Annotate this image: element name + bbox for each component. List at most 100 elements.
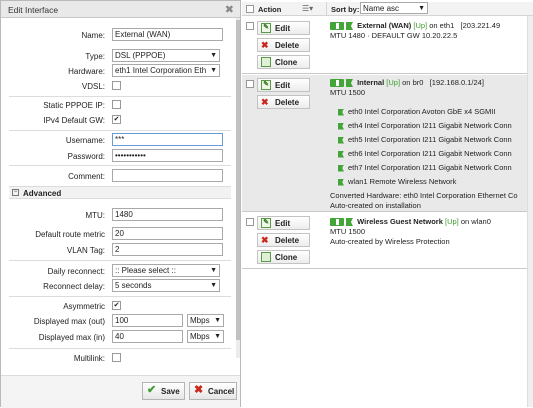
chevron-down-icon: ▼ [418,5,425,12]
divider [9,130,231,131]
advanced-title: Advanced [23,189,62,198]
enable-toggle[interactable] [330,79,344,88]
ipv4-gw-checkbox[interactable]: ✔ [112,115,121,124]
static-ip-checkbox[interactable] [112,100,121,109]
interface-details: MTU 1480 · DEFAULT GW 10.20.22.5 [330,31,458,40]
vlan-input[interactable] [112,243,223,256]
interface-name: Internal [357,78,385,87]
edit-label: Edit [275,24,291,33]
clone-icon [261,57,271,67]
dialog-title-bar[interactable]: Edit Interface ✖ [1,1,240,18]
type-row: Type: DSL (PPPOE) ▼ [1,49,231,63]
clone-button[interactable]: Clone [257,250,310,264]
divider [9,260,231,261]
clone-icon [261,252,271,262]
vlan-label: VLAN Tag: [66,246,105,255]
list-item-internal[interactable]: ✎ Edit ✖ Delete Internal [Up] on br0 [19… [242,75,533,212]
type-value: DSL (PPPOE) [115,51,166,60]
username-label: Username: [65,136,105,145]
max-out-unit-select[interactable]: Mbps ▼ [187,314,224,327]
chevron-down-icon: ▼ [214,333,221,340]
edit-button[interactable]: ✎ Edit [257,21,310,35]
delete-button[interactable]: ✖ Delete [257,38,310,52]
ipv4-gw-label: IPv4 Default GW: [43,116,105,125]
sort-select[interactable]: Name asc ▼ [360,2,428,14]
interface-address: [192.168.0.1/24] [429,78,484,87]
delete-icon: ✖ [261,40,269,50]
member-eth0: eth0 Intel Corporation Avoton GbE x4 SGM… [338,107,495,116]
dialog-scrollbar[interactable] [236,18,240,358]
dialog-body: Name: Type: DSL (PPPOE) ▼ Hardware: eth1… [1,18,240,408]
max-in-unit-select[interactable]: Mbps ▼ [187,330,224,343]
close-icon[interactable]: ✖ [225,3,234,16]
member-label: eth4 Intel Corporation I211 Gigabit Netw… [348,121,512,130]
max-in-input[interactable] [112,330,183,343]
edit-button[interactable]: ✎ Edit [257,78,310,92]
vdsl-checkbox[interactable] [112,81,121,90]
static-ip-label: Static PPPOE IP: [43,101,105,110]
collapse-icon[interactable]: − [12,189,19,196]
asymmetric-checkbox[interactable]: ✔ [112,301,121,310]
interface-device: on br0 [402,78,424,87]
route-metric-label: Default route metric [35,230,105,239]
list-scrollbar[interactable] [527,16,533,407]
mtu-input[interactable] [112,208,223,221]
advanced-section-header[interactable]: − Advanced [9,186,231,199]
member-wlan1: wlan1 Remote Wireless Network [338,177,456,186]
list-item-wireless-guest[interactable]: ✎ Edit ✖ Delete Clone Wireless Guest Net… [242,213,533,269]
action-header: Action [258,5,282,14]
reconnect-delay-select[interactable]: 5 seconds ▼ [112,279,220,292]
max-out-row: Displayed max (out) Mbps ▼ [1,314,231,328]
edit-icon: ✎ [261,80,271,90]
cancel-button[interactable]: ✖ Cancel [189,382,237,400]
enable-toggle[interactable] [330,22,344,31]
type-label: Type: [85,52,105,61]
member-label: eth5 Intel Corporation I211 Gigabit Netw… [348,135,512,144]
hardware-select[interactable]: eth1 Intel Corporation Eth ▼ [112,64,220,77]
password-input[interactable] [112,149,223,162]
list-menu-icon[interactable]: ☰▾ [302,4,313,13]
password-label: Password: [67,152,105,161]
chevron-down-icon: ▼ [210,52,217,59]
list-item-external-wan[interactable]: ✎ Edit ✖ Delete Clone External (WAN) [Up… [242,17,533,74]
interface-name: External (WAN) [357,21,412,30]
daily-reconnect-row: Daily reconnect: :: Please select :: ▼ [1,264,231,278]
hardware-row: Hardware: eth1 Intel Corporation Eth ▼ [1,64,231,78]
delete-button[interactable]: ✖ Delete [257,233,310,247]
edit-button[interactable]: ✎ Edit [257,216,310,230]
password-row: Password: [1,149,231,163]
route-metric-input[interactable] [112,227,223,240]
row-checkbox[interactable] [246,218,254,226]
name-input[interactable] [112,28,223,41]
sort-value: Name asc [363,4,400,13]
hardware-label: Hardware: [68,67,105,76]
clone-button[interactable]: Clone [257,55,310,69]
comment-input[interactable] [112,169,223,182]
save-button[interactable]: ✔ Save [142,382,185,400]
scrollbar-thumb[interactable] [236,20,240,340]
username-input[interactable] [112,133,223,146]
auto-created-note: Auto-created on installation [330,201,421,210]
dialog-title: Edit Interface [8,5,59,15]
row-checkbox[interactable] [246,22,254,30]
name-label: Name: [81,31,105,40]
asymmetric-label: Asymmetric [63,302,105,311]
enable-toggle[interactable] [330,218,344,227]
comment-row: Comment: [1,169,231,183]
multilink-row: Multilink: [1,351,231,365]
delete-button[interactable]: ✖ Delete [257,95,310,109]
flag-icon [338,178,344,186]
edit-icon: ✎ [261,218,271,228]
member-label: eth0 Intel Corporation Avoton GbE x4 SGM… [348,107,496,116]
max-out-input[interactable] [112,314,183,327]
multilink-label: Multilink: [73,354,105,363]
select-all-checkbox[interactable] [246,5,254,13]
row-checkbox[interactable] [246,80,254,88]
list-header: Action ☰▾ Sort by: Name asc ▼ [242,2,533,16]
multilink-checkbox[interactable] [112,353,121,362]
daily-reconnect-select[interactable]: :: Please select :: ▼ [112,264,220,277]
delete-label: Delete [275,236,300,245]
sort-label: Sort by: [331,5,360,14]
max-in-label: Displayed max (in) [38,333,105,342]
type-select[interactable]: DSL (PPPOE) ▼ [112,49,220,62]
